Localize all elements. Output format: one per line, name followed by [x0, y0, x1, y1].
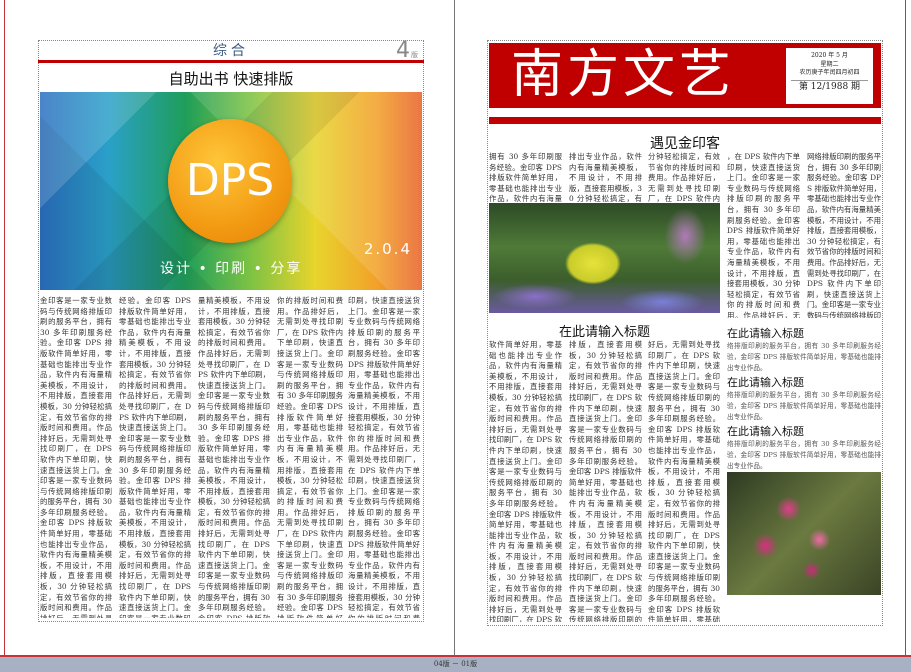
side-article-text: 络排版印刷的服务平台，拥有 30 多年印刷服务经验，金印客 DPS 排版软件简单…: [727, 391, 881, 421]
section-title: 综合: [213, 43, 249, 59]
page-number-suffix: 版: [411, 51, 418, 59]
article-column: 量精美模板，不用设计，不用排版，直接套用模板，30 分钟轻松搞定，有效节省你的排…: [198, 296, 270, 618]
masthead-title: 南方文艺: [511, 45, 736, 105]
headline: 自助出书 快速排版: [168, 70, 294, 88]
issue-number: 第 12/1988 期: [791, 79, 868, 94]
article-column: 经验。金印客 DPS 排版软件简单好用，零基础也能排出专业作品，软件内有海量精美…: [119, 296, 191, 618]
article-column: 网络排版印刷的服务平台，拥有 30 多年印刷服务经验。金印客 DPS 排版软件简…: [807, 152, 881, 318]
dps-logo: DPS: [168, 119, 292, 243]
section-rule: [38, 60, 424, 63]
side-article: 在此请输入标题 络排版印刷的服务平台，拥有 30 多年印刷服务经验，金印客 DP…: [727, 425, 881, 472]
article-column: 分钟轻松搞定，有效节省你的排版时间和费用。作品排好后，无需到处寻找印刷厂，在 D…: [648, 152, 720, 202]
article-column: 排出专业作品，软件内有海量精美模板，不用设计，不用排版，直接套用模板，30 分钟…: [569, 152, 642, 202]
side-article: 在此请输入标题 络排版印刷的服务平台，拥有 30 多年印刷服务经验，金印客 DP…: [727, 376, 881, 423]
article-column: 金印客是一家专业数码与传统网络排版印刷的服务平台，拥有 30 多年印刷服务经验。…: [40, 296, 112, 618]
orchid-photo: [727, 472, 881, 595]
article-column: 软件简单好用，零基础也能排出专业作品，软件内有海量精美模板，不用设计，不用排版，…: [489, 340, 562, 622]
masthead-rule: [489, 117, 881, 124]
banner-slogan: 设计 • 印刷 • 分享: [160, 261, 303, 277]
side-article-text: 络排版印刷的服务平台，拥有 30 多年印刷服务经验，金印客 DPS 排版软件简单…: [727, 342, 881, 372]
garden-flowers-photo: [489, 203, 720, 313]
article-column: 好后，无需到处寻找印刷厂，在 DPS 软件内下单印刷，快速直接送货上门。金印客是…: [648, 340, 720, 622]
date-box: 2020 年 5 月 星期二 农历庚子年闰四月初四 第 12/1988 期: [786, 48, 873, 104]
page-status-bar: 04版 － 01版: [0, 655, 911, 672]
weekday: 星期二: [820, 60, 839, 68]
side-article-text: 络排版印刷的服务平台，拥有 30 多年印刷服务经验，金印客 DPS 排版软件简单…: [727, 440, 881, 470]
article-column: 拥有 30 多年印刷服务经验。金印客 DPS 排版软件简单好用，零基础也能排出专…: [489, 152, 562, 202]
banner-version: 2.0.4: [363, 240, 412, 258]
dps-banner-image: DPS 设计 • 印刷 • 分享 2.0.4: [40, 92, 422, 290]
side-article-title: 在此请输入标题: [727, 327, 804, 340]
side-article: 在此请输入标题 络排版印刷的服务平台，拥有 30 多年印刷服务经验，金印客 DP…: [727, 327, 881, 374]
masthead: 南方文艺 2020 年 5 月 星期二 农历庚子年闰四月初四 第 12/1988…: [489, 43, 881, 108]
lunar-date: 农历庚子年闰四月初四: [799, 69, 860, 76]
article-column: 排版，直接套用模板，30 分钟轻松搞定，有效节省你的排版时间和费用。作品排好后，…: [569, 340, 642, 622]
main-article-title: 遇见金印客: [650, 136, 720, 152]
article-column: ，在 DPS 软件内下单印刷，快速直接送货上门。金印客是一家专业数码与传统网络排…: [727, 152, 800, 318]
sub-article-title: 在此请输入标题: [558, 325, 650, 340]
article-column: 你的排版时间和费用。作品排好后，无需到处寻找印刷厂，在 DPS 软件内下单印刷，…: [277, 296, 343, 618]
date: 2020 年 5 月: [811, 52, 848, 59]
article-column: 印刷，快速直接送货上门。金印客是一家专业数码与传统网络排版印刷的服务平台，拥有 …: [348, 296, 420, 618]
side-article-title: 在此请输入标题: [727, 376, 804, 389]
side-article-title: 在此请输入标题: [727, 425, 804, 438]
